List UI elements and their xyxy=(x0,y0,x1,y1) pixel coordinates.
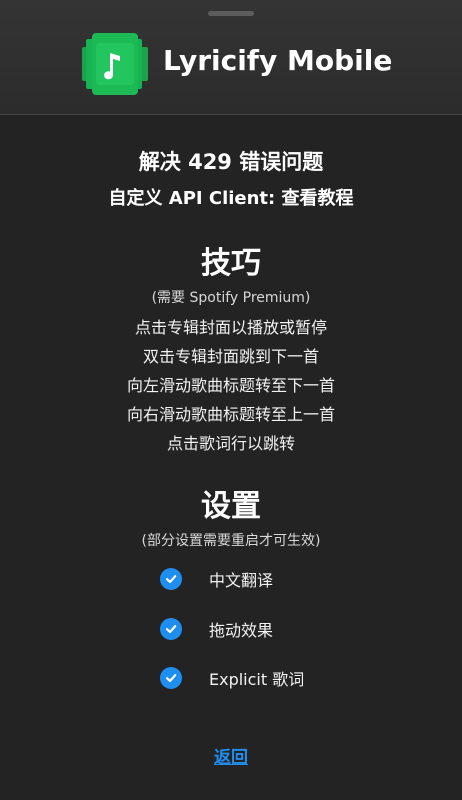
view-tutorial-link[interactable]: 查看教程 xyxy=(282,188,354,209)
settings-title: 设置 xyxy=(201,489,261,524)
tip-item: 双击专辑封面跳到下一首 xyxy=(142,347,319,366)
setting-label: 拖动效果 xyxy=(209,621,274,640)
app-header: Lyricify Mobile xyxy=(0,0,462,115)
app-title: Lyricify Mobile xyxy=(163,44,393,77)
setting-label: 中文翻译 xyxy=(209,571,274,590)
api-client-heading: 自定义 API Client: 查看教程 xyxy=(0,184,462,210)
setting-chinese-translation[interactable]: 中文翻译 xyxy=(160,567,273,591)
tip-item: 点击专辑封面以播放或暂停 xyxy=(134,318,327,337)
settings-sheet: Lyricify Mobile 解决 429 错误问题 自定义 API Clie… xyxy=(0,0,462,800)
setting-label: Explicit 歌词 xyxy=(209,670,305,689)
setting-explicit-lyrics[interactable]: Explicit 歌词 xyxy=(160,666,304,690)
tip-item: 点击歌词行以跳转 xyxy=(166,434,295,453)
lyricify-logo-icon xyxy=(82,33,148,95)
tip-item: 向右滑动歌曲标题转至上一首 xyxy=(126,405,335,424)
back-link[interactable]: 返回 xyxy=(0,743,462,768)
fix-429-heading: 解决 429 错误问题 xyxy=(138,150,324,174)
setting-drag-effect[interactable]: 拖动效果 xyxy=(160,617,273,641)
check-circle-icon[interactable] xyxy=(160,667,182,689)
tip-item: 向左滑动歌曲标题转至下一首 xyxy=(126,376,335,395)
check-circle-icon[interactable] xyxy=(160,618,182,640)
tips-title: 技巧 xyxy=(201,246,261,281)
settings-restart-note: (部分设置需要重启才可生效) xyxy=(141,533,321,549)
tips-premium-note: (需要 Spotify Premium) xyxy=(151,290,311,306)
check-circle-icon[interactable] xyxy=(160,568,182,590)
api-client-label: 自定义 API Client: xyxy=(108,188,282,209)
sheet-grab-handle[interactable] xyxy=(208,11,254,16)
